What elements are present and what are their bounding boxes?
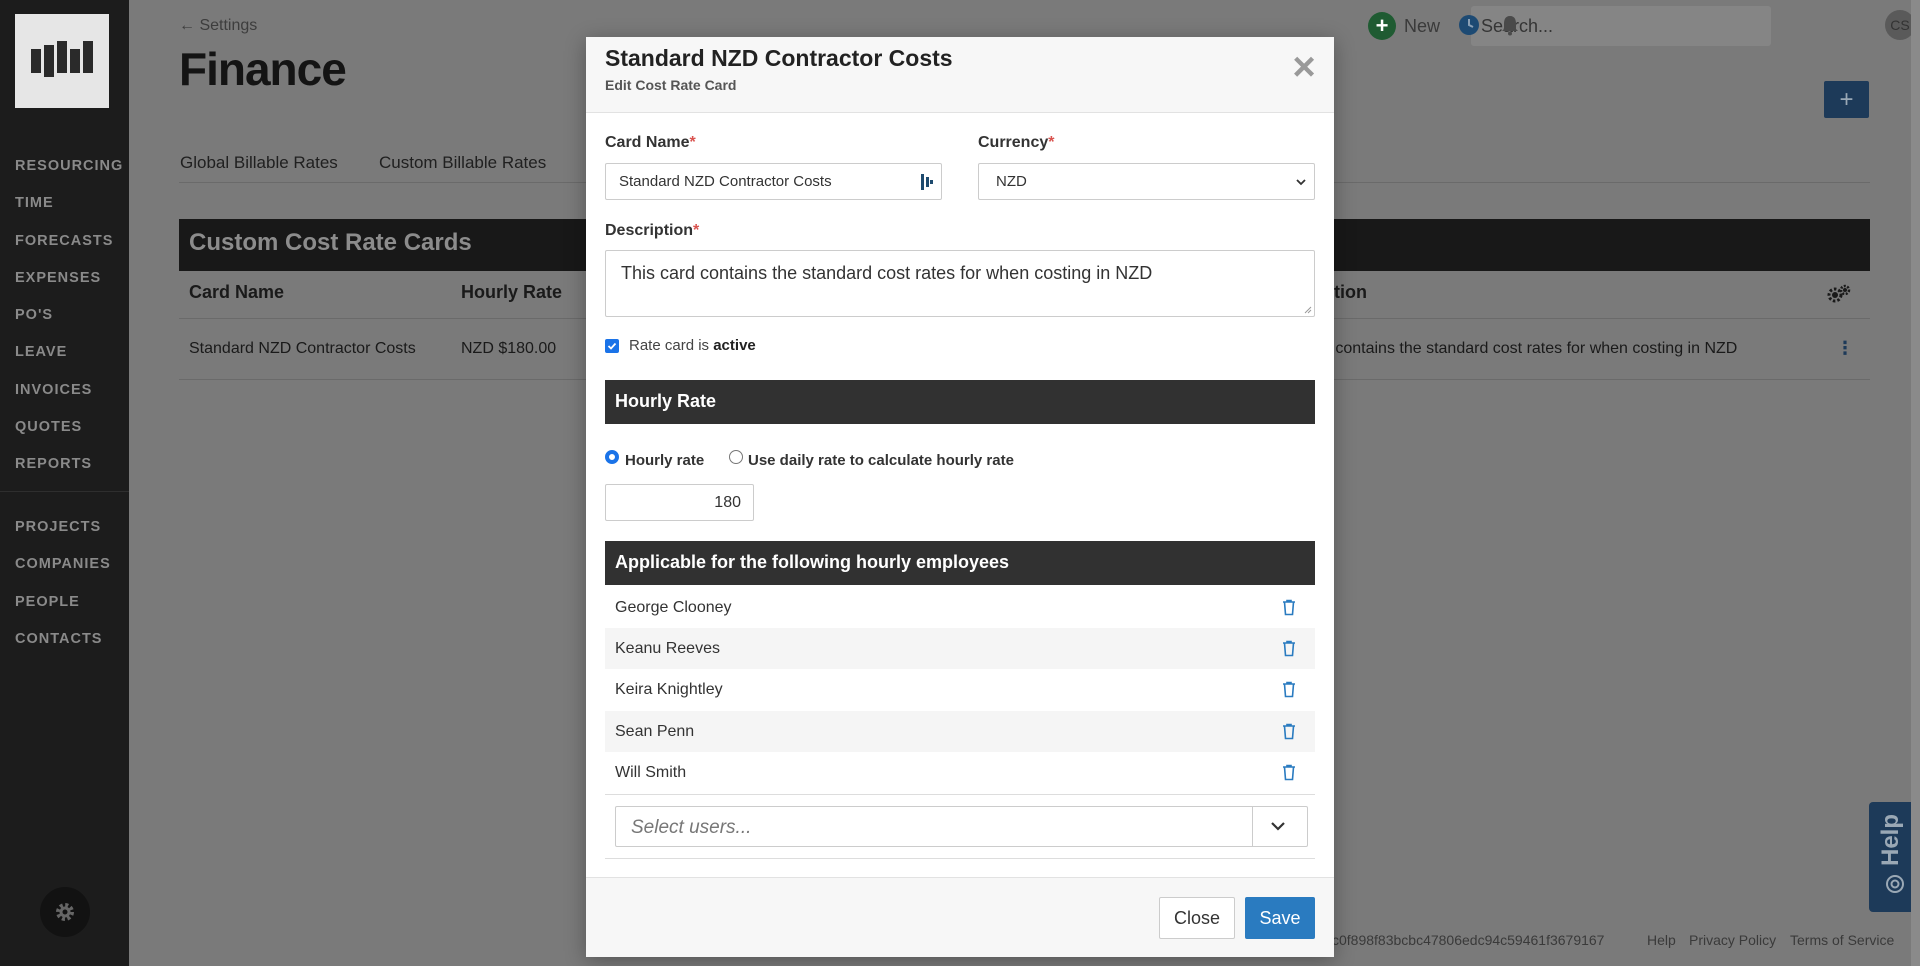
sidebar: RESOURCING TIME FORECASTS EXPENSES PO'S … [0, 0, 129, 966]
employee-name: Keira Knightley [615, 681, 723, 698]
back-to-settings-link[interactable]: ← Settings [179, 17, 257, 35]
hourly-rate-section-bar: Hourly Rate [605, 380, 1315, 424]
tab-custom-billable-rates[interactable]: Custom Billable Rates [379, 153, 546, 173]
sidebar-item-reports[interactable]: REPORTS [0, 446, 129, 483]
timer-icon[interactable] [1456, 12, 1482, 38]
footer-privacy-link[interactable]: Privacy Policy [1689, 932, 1776, 948]
employee-name: Sean Penn [615, 723, 695, 740]
currency-label: Currency* [978, 134, 1055, 151]
employee-row: Keanu Reeves [605, 628, 1315, 669]
column-header-hourly-rate[interactable]: Hourly Rate [461, 282, 562, 303]
help-widget-label: Help [1877, 814, 1904, 867]
sidebar-item-leave[interactable]: LEAVE [0, 334, 129, 371]
sidebar-item-quotes[interactable]: QUOTES [0, 409, 129, 446]
hourly-rate-radio-label[interactable]: Hourly rate [625, 452, 704, 469]
resize-handle-icon [1304, 306, 1312, 314]
description-textarea[interactable]: This card contains the standard cost rat… [605, 250, 1315, 317]
employee-name: George Clooney [615, 599, 732, 616]
daily-rate-radio-label[interactable]: Use daily rate to calculate hourly rate [748, 452, 1014, 469]
employee-row: Sean Penn [605, 711, 1315, 752]
card-name-input[interactable]: Standard NZD Contractor Costs [605, 163, 942, 200]
select-users-divider [605, 858, 1315, 859]
save-button[interactable]: Save [1245, 897, 1315, 939]
notifications-bell-icon[interactable] [1497, 12, 1523, 38]
sidebar-item-expenses[interactable]: EXPENSES [0, 260, 129, 297]
hourly-rate-radio[interactable] [605, 450, 619, 464]
sidebar-item-invoices[interactable]: INVOICES [0, 372, 129, 409]
plus-circle-icon: + [1368, 12, 1396, 40]
checkmark-icon [607, 342, 617, 350]
description-value: This card contains the standard cost rat… [621, 263, 1153, 283]
row-card-name[interactable]: Standard NZD Contractor Costs [189, 340, 416, 358]
card-name-label: Card Name* [605, 134, 696, 151]
footer-help-link[interactable]: Help [1647, 932, 1676, 948]
trash-icon[interactable] [1282, 599, 1296, 616]
page-title: Finance [179, 43, 347, 95]
chevron-down-icon [1296, 179, 1306, 186]
employees-section-bar: Applicable for the following hourly empl… [605, 541, 1315, 585]
close-button[interactable]: Close [1159, 897, 1235, 939]
modal-header: Standard NZD Contractor Costs Edit Cost … [586, 37, 1334, 113]
rate-card-active-label: Rate card is active [629, 337, 756, 354]
employees-divider [605, 794, 1315, 795]
row-description: d contains the standard cost rates for w… [1322, 340, 1738, 357]
new-button[interactable]: + New [1368, 12, 1440, 40]
employee-name: Keanu Reeves [615, 640, 720, 657]
sidebar-nav-primary: RESOURCING TIME FORECASTS EXPENSES PO'S … [0, 148, 129, 484]
daily-rate-radio[interactable] [729, 450, 743, 464]
card-name-value: Standard NZD Contractor Costs [619, 173, 832, 190]
sidebar-item-contacts[interactable]: CONTACTS [0, 621, 129, 658]
add-rate-card-button[interactable]: + [1824, 81, 1869, 118]
chevron-down-icon [1271, 822, 1285, 831]
sidebar-nav-secondary: PROJECTS COMPANIES PEOPLE CONTACTS [0, 509, 129, 658]
sidebar-item-pos[interactable]: PO'S [0, 297, 129, 334]
sidebar-item-resourcing[interactable]: RESOURCING [0, 148, 129, 185]
employee-name: Will Smith [615, 764, 687, 781]
tab-global-billable-rates[interactable]: Global Billable Rates [180, 153, 338, 173]
sidebar-item-people[interactable]: PEOPLE [0, 584, 129, 621]
employees-section-title: Applicable for the following hourly empl… [615, 552, 1010, 572]
select-users-dropdown[interactable]: Select users... [615, 806, 1308, 847]
trash-icon[interactable] [1282, 764, 1296, 781]
row-hourly-rate: NZD $180.00 [461, 340, 557, 357]
sidebar-item-companies[interactable]: COMPANIES [0, 546, 129, 583]
logo-mark-icon [31, 41, 93, 77]
description-label: Description* [605, 222, 700, 239]
currency-select[interactable]: NZD [978, 163, 1315, 200]
app-logo[interactable] [15, 14, 109, 108]
edit-cost-rate-card-modal: Standard NZD Contractor Costs Edit Cost … [586, 37, 1334, 957]
hourly-rate-section-title: Hourly Rate [615, 391, 717, 411]
hourly-rate-input[interactable]: 180 [605, 484, 754, 521]
sidebar-divider [0, 491, 129, 492]
trash-icon[interactable] [1282, 640, 1296, 657]
employee-row: George Clooney [605, 587, 1315, 628]
password-manager-icon [921, 174, 933, 190]
modal-title: Standard NZD Contractor Costs [605, 45, 953, 71]
footer-build-hash: c0f898f83bcbc47806edc94c59461f3679167 [1332, 932, 1605, 948]
cost-table-title: Custom Cost Rate Cards [189, 229, 472, 256]
modal-subtitle: Edit Cost Rate Card [605, 77, 737, 93]
trash-icon[interactable] [1282, 723, 1296, 740]
close-icon[interactable]: × [1286, 47, 1322, 87]
footer-terms-link[interactable]: Terms of Service [1790, 932, 1894, 948]
lifebuoy-icon [1886, 875, 1904, 893]
select-users-placeholder: Select users... [631, 817, 752, 838]
page-scrollbar[interactable] [1911, 0, 1920, 966]
employee-row: Keira Knightley [605, 669, 1315, 710]
sidebar-item-forecasts[interactable]: FORECASTS [0, 223, 129, 260]
employee-row: Will Smith [605, 752, 1315, 793]
sidebar-item-projects[interactable]: PROJECTS [0, 509, 129, 546]
gear-icon [56, 903, 74, 921]
dropdown-separator [1252, 807, 1253, 846]
sidebar-item-time[interactable]: TIME [0, 185, 129, 222]
row-actions-kebab-icon[interactable]: ⋮ [1836, 338, 1854, 359]
new-button-label: New [1404, 15, 1441, 36]
rate-card-active-checkbox[interactable] [605, 339, 619, 353]
column-header-description[interactable]: tion [1334, 282, 1367, 303]
trash-icon[interactable] [1282, 681, 1296, 698]
column-header-card-name[interactable]: Card Name [189, 282, 284, 303]
currency-value: NZD [996, 173, 1027, 190]
settings-button[interactable] [40, 887, 90, 937]
table-settings-icon[interactable] [1827, 284, 1851, 309]
